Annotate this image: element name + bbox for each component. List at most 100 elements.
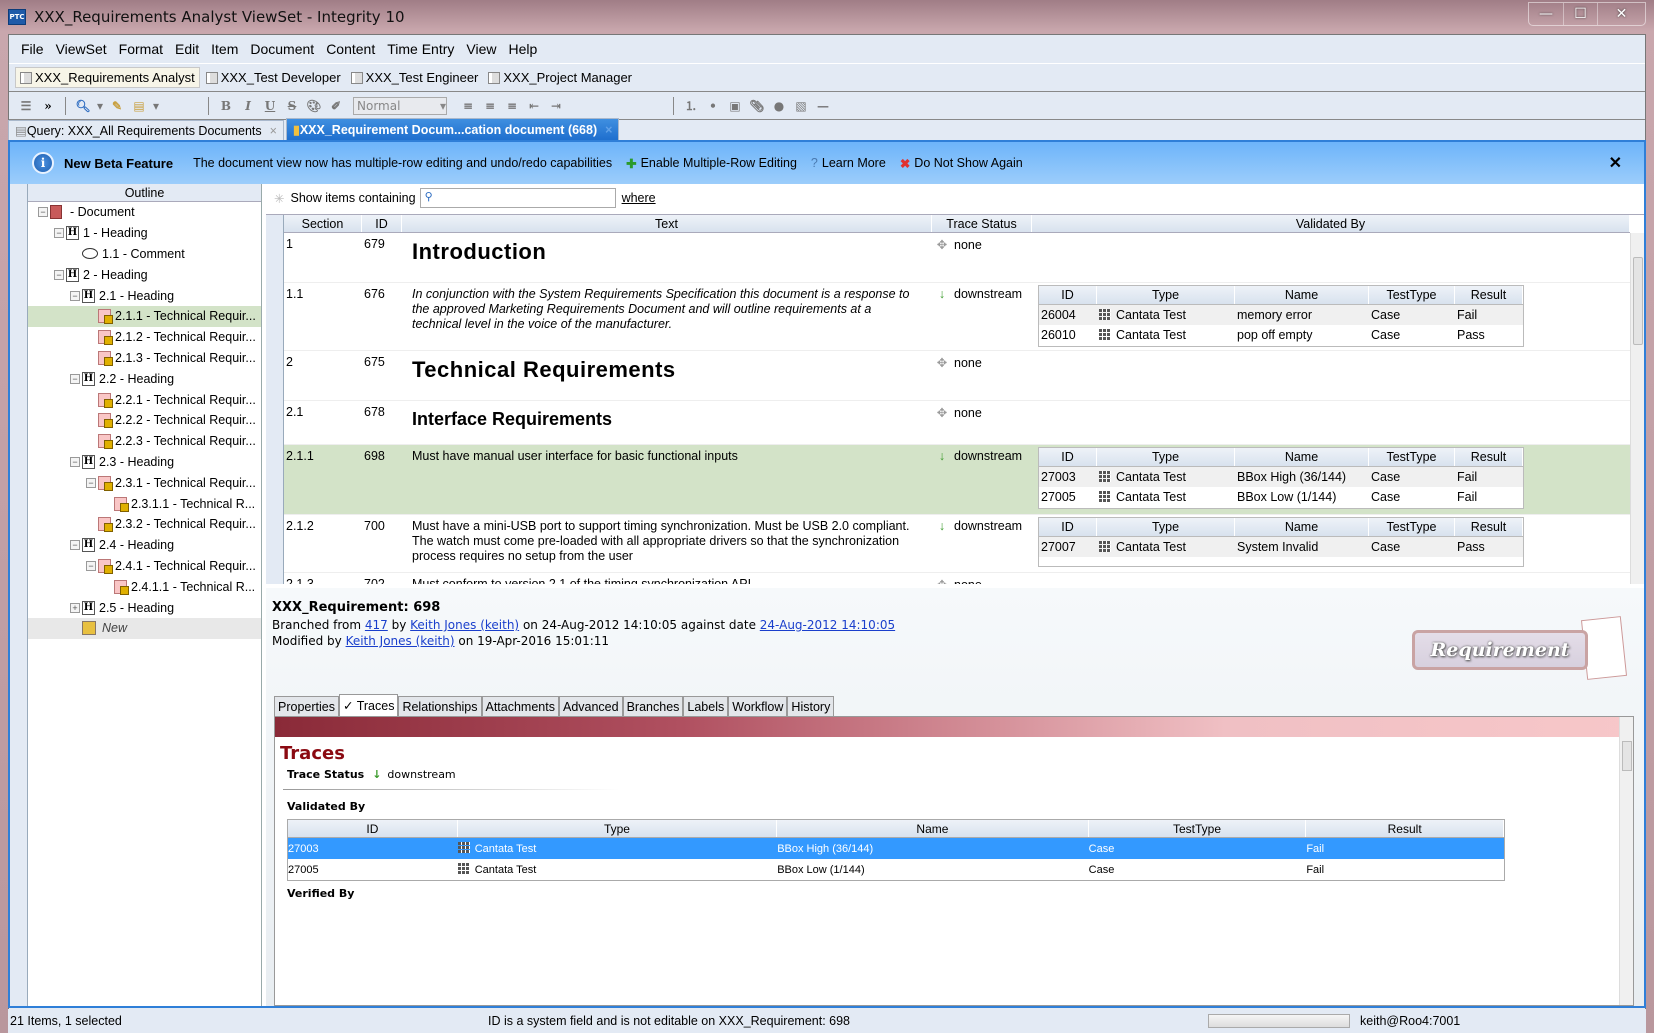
menu-viewset[interactable]: ViewSet bbox=[50, 41, 113, 57]
column-header-validated-by[interactable]: Validated By bbox=[1032, 215, 1630, 232]
grid-row[interactable]: 1.1 676 In conjunction with the System Req… bbox=[284, 283, 1630, 351]
subtable-row[interactable]: 27003 Cantata Test BBox High (36/144) Case F… bbox=[1039, 467, 1523, 487]
close-tab-icon[interactable]: × bbox=[605, 123, 612, 137]
subtable-column-header[interactable]: ID bbox=[1039, 448, 1097, 466]
collapse-icon[interactable]: − bbox=[86, 477, 96, 488]
details-tab-traces[interactable]: ✓ Traces bbox=[338, 694, 399, 716]
subtable-column-header[interactable]: Result bbox=[1455, 518, 1523, 536]
align-left-icon[interactable]: ≡ bbox=[459, 98, 477, 114]
grid-row[interactable]: 2.1 678 Interface Requirements ✥ none bbox=[284, 401, 1630, 445]
outline-node[interactable]: − H 2.2 - Heading bbox=[28, 368, 261, 389]
learn-more-button[interactable]: ? Learn More bbox=[811, 156, 886, 170]
column-header-name[interactable]: Name bbox=[777, 820, 1089, 837]
subtable-column-header[interactable]: Type bbox=[1097, 448, 1235, 466]
viewset-button[interactable]: XXX_Test Developer bbox=[202, 68, 345, 87]
modified-by-link[interactable]: Keith Jones (keith) bbox=[346, 634, 455, 648]
subtable-column-header[interactable]: ID bbox=[1039, 518, 1097, 536]
menu-edit[interactable]: Edit bbox=[169, 41, 205, 57]
close-tab-icon[interactable]: × bbox=[270, 124, 277, 138]
outline-node[interactable]: 1.1 - Comment bbox=[28, 244, 261, 265]
table-row[interactable]: 27003 Cantata Test BBox High (36/144) Case F… bbox=[288, 838, 1504, 859]
details-tab-labels[interactable]: Labels bbox=[683, 696, 729, 716]
outline-node[interactable]: 2.1.3 - Technical Requir... bbox=[28, 348, 261, 369]
horizontal-rule-icon[interactable]: — bbox=[814, 98, 832, 114]
subtable-column-header[interactable]: TestType bbox=[1369, 286, 1455, 304]
menu-view[interactable]: View bbox=[460, 41, 502, 57]
attachment-icon[interactable]: 📎︎ bbox=[748, 98, 766, 114]
new-item-icon[interactable]: ▤ bbox=[130, 98, 148, 114]
collapse-icon[interactable]: − bbox=[70, 373, 80, 384]
collapse-icon[interactable]: − bbox=[54, 228, 64, 239]
numbered-list-icon[interactable]: ⒈ bbox=[682, 98, 700, 114]
overflow-chevron-icon[interactable]: » bbox=[39, 98, 57, 114]
details-tab-attachments[interactable]: Attachments bbox=[481, 696, 559, 716]
outline-node[interactable]: − H 2 - Heading bbox=[28, 264, 261, 285]
outline-node[interactable]: 2.2.3 - Technical Requir... bbox=[28, 431, 261, 452]
column-header-id[interactable]: ID bbox=[288, 820, 458, 837]
do-not-show-button[interactable]: ✖ Do Not Show Again bbox=[900, 156, 1023, 171]
document-tab[interactable]: ▮ XXX_Requirement Docum...cation documen… bbox=[285, 118, 620, 140]
column-header-id[interactable]: ID bbox=[362, 215, 402, 232]
outline-node[interactable]: − - Document bbox=[28, 202, 261, 223]
filter-search-input[interactable] bbox=[419, 188, 616, 208]
close-banner-icon[interactable]: ✕ bbox=[1609, 153, 1622, 173]
subtable-row[interactable]: 26004 Cantata Test memory error Case Fail bbox=[1039, 305, 1523, 325]
insert-link-icon[interactable]: ▧ bbox=[792, 98, 810, 114]
outline-node[interactable]: − H 2.1 - Heading bbox=[28, 285, 261, 306]
outline-node[interactable]: 2.1.2 - Technical Requir... bbox=[28, 327, 261, 348]
insert-object-icon[interactable]: ● bbox=[770, 98, 788, 114]
details-tab-workflow[interactable]: Workflow bbox=[728, 696, 788, 716]
subtable-column-header[interactable]: TestType bbox=[1369, 518, 1455, 536]
expand-icon[interactable]: + bbox=[70, 602, 80, 613]
grid-row[interactable]: 2.1.3 702 Must conform to version 2.1 of t… bbox=[284, 573, 1630, 584]
subtable-column-header[interactable]: Name bbox=[1235, 286, 1369, 304]
menu-document[interactable]: Document bbox=[244, 41, 320, 57]
subtable-column-header[interactable]: Name bbox=[1235, 518, 1369, 536]
details-tab-branches[interactable]: Branches bbox=[622, 696, 684, 716]
subtable-column-header[interactable]: Result bbox=[1455, 448, 1523, 466]
align-right-icon[interactable]: ≡ bbox=[503, 98, 521, 114]
maximize-button[interactable]: ☐ bbox=[1563, 3, 1597, 25]
grid-row[interactable]: 2.1.1 698 Must have manual user interface … bbox=[284, 445, 1630, 515]
subtable-row[interactable]: 27005 Cantata Test BBox Low (1/144) Case Fai… bbox=[1039, 487, 1523, 507]
details-tab-relationships[interactable]: Relationships bbox=[398, 696, 482, 716]
bold-button[interactable]: B bbox=[217, 98, 235, 114]
collapse-icon[interactable]: − bbox=[54, 269, 64, 280]
paragraph-style-select[interactable]: Normal ▾ bbox=[353, 96, 447, 115]
where-dropdown[interactable]: where bbox=[622, 191, 656, 205]
outline-toggle-icon[interactable]: ☰ bbox=[17, 98, 35, 114]
collapse-icon[interactable]: − bbox=[70, 290, 80, 301]
outline-node[interactable]: − 2.3.1 - Technical Requir... bbox=[28, 472, 261, 493]
column-header-type[interactable]: Type bbox=[458, 820, 778, 837]
menu-file[interactable]: File bbox=[15, 41, 50, 57]
grid-row[interactable]: 2 675 Technical Requirements ✥ none bbox=[284, 351, 1630, 401]
scroll-thumb[interactable] bbox=[1622, 741, 1632, 771]
subtable-column-header[interactable]: TestType bbox=[1369, 448, 1455, 466]
font-color-icon[interactable]: 🎨︎ bbox=[305, 98, 323, 114]
outline-node[interactable]: − H 2.3 - Heading bbox=[28, 452, 261, 473]
collapse-icon[interactable]: − bbox=[38, 207, 48, 218]
underline-button[interactable]: U bbox=[261, 98, 279, 114]
dropdown-arrow-icon[interactable]: ▾ bbox=[96, 98, 104, 114]
outline-node[interactable]: − H 2.4 - Heading bbox=[28, 535, 261, 556]
italic-button[interactable]: I bbox=[239, 98, 257, 114]
strikethrough-button[interactable]: S bbox=[283, 98, 301, 114]
collapse-icon[interactable]: − bbox=[70, 456, 80, 467]
traces-scrollbar[interactable] bbox=[1619, 717, 1633, 1005]
menu-format[interactable]: Format bbox=[113, 41, 169, 57]
subtable-column-header[interactable]: Name bbox=[1235, 448, 1369, 466]
outline-node[interactable]: − 2.4.1 - Technical Requir... bbox=[28, 556, 261, 577]
subtable-column-header[interactable]: Type bbox=[1097, 286, 1235, 304]
scroll-thumb[interactable] bbox=[1633, 257, 1643, 345]
subtable-row[interactable]: 26010 Cantata Test pop off empty Case Pass bbox=[1039, 325, 1523, 345]
minimize-button[interactable]: — bbox=[1529, 3, 1563, 25]
insert-image-icon[interactable]: ▣ bbox=[726, 98, 744, 114]
close-window-button[interactable]: ✕ bbox=[1597, 3, 1645, 25]
outdent-icon[interactable]: ⇤ bbox=[525, 98, 543, 114]
grid-row[interactable]: 1 679 Introduction ✥ none bbox=[284, 233, 1630, 283]
column-header-trace-status[interactable]: Trace Status bbox=[932, 215, 1032, 232]
subtable-row[interactable]: 27007 Cantata Test System Invalid Case Pass bbox=[1039, 537, 1523, 557]
outline-node[interactable]: 2.3.1.1 - Technical R... bbox=[28, 493, 261, 514]
outline-node[interactable]: + H 2.5 - Heading bbox=[28, 597, 261, 618]
viewset-button[interactable]: XXX_Test Engineer bbox=[347, 68, 483, 87]
